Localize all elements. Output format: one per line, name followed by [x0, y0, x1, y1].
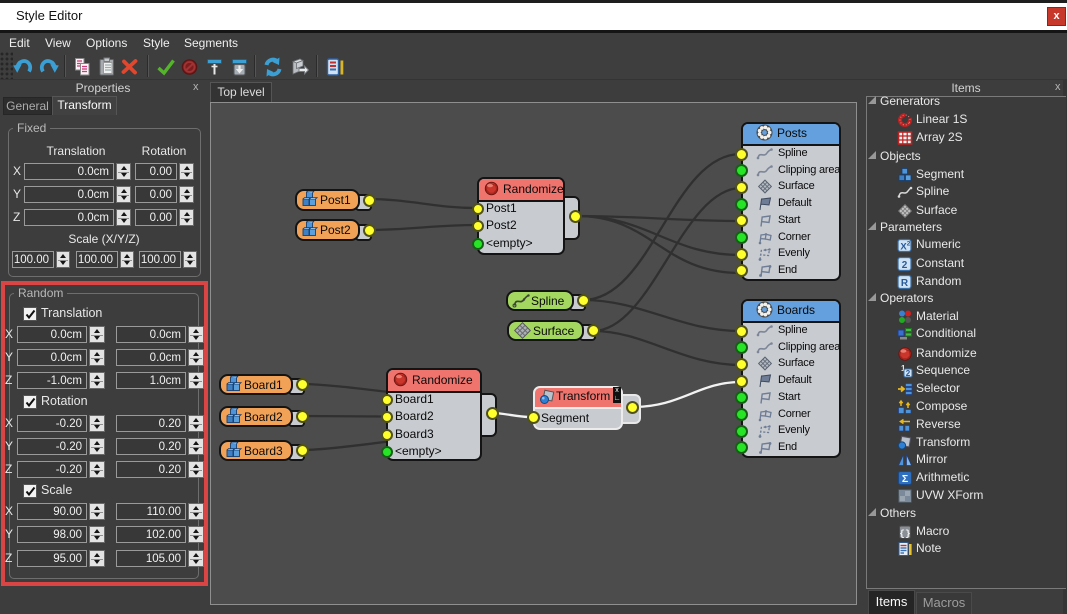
- svg-text:{}: {}: [899, 528, 910, 539]
- svg-text:Σ: Σ: [902, 473, 908, 485]
- svg-text:2: 2: [907, 241, 911, 248]
- svg-text:2: 2: [902, 260, 908, 271]
- svg-text:2: 2: [906, 369, 911, 378]
- svg-text:R: R: [901, 278, 909, 289]
